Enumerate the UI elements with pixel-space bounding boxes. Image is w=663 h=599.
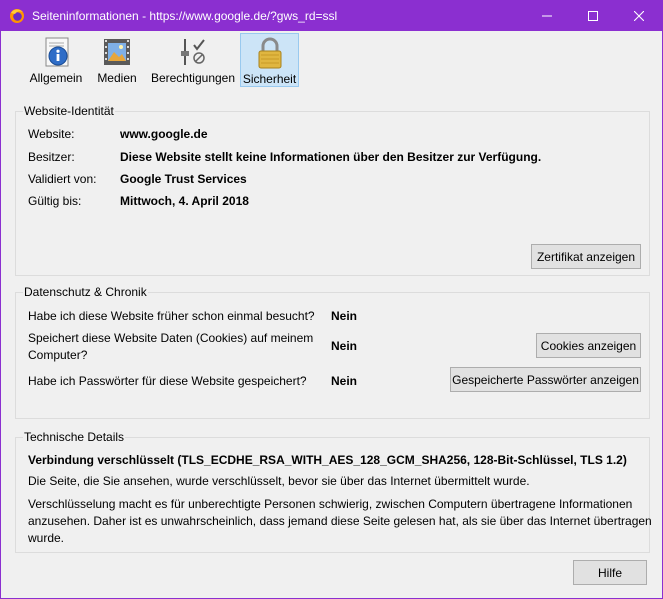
encryption-explanation-line3: wurde.: [28, 531, 65, 545]
maximize-icon: [588, 11, 598, 21]
view-certificate-button[interactable]: Zertifikat anzeigen: [531, 244, 641, 269]
view-cookies-button[interactable]: Cookies anzeigen: [536, 333, 641, 358]
website-value: www.google.de: [120, 127, 208, 141]
permissions-icon: [181, 39, 205, 65]
encryption-explanation-line1: Verschlüsselung macht es für unberechtig…: [28, 497, 633, 511]
saved-passwords-answer: Nein: [331, 374, 358, 388]
privacy-history-title: Datenschutz & Chronik: [23, 285, 148, 299]
cookies-question-line1: Speichert diese Website Daten (Cookies) …: [28, 331, 314, 345]
website-identity-group: Website-Identität Website: www.google.de…: [15, 104, 650, 276]
encryption-explanation-line2: anzusehen. Daher ist es unwahrscheinlich…: [28, 514, 652, 528]
minimize-icon: [542, 15, 552, 17]
connection-status: Verbindung verschlüsselt (TLS_ECDHE_RSA_…: [28, 453, 627, 467]
valid-until-value: Mittwoch, 4. April 2018: [120, 194, 249, 208]
owner-label: Besitzer:: [28, 150, 75, 164]
website-identity-title: Website-Identität: [23, 104, 115, 118]
encryption-summary: Die Seite, die Sie ansehen, wurde versch…: [28, 474, 530, 488]
help-button[interactable]: Hilfe: [573, 560, 647, 585]
tab-toolbar: Allgemein Medien Berechtigungen Sicherhe…: [1, 31, 662, 89]
privacy-history-group: Datenschutz & Chronik Habe ich diese Web…: [15, 285, 650, 419]
media-icon: [104, 39, 130, 65]
tab-general-label: Allgemein: [29, 71, 83, 85]
firefox-icon: [10, 9, 24, 23]
cookies-question-line2: Computer?: [28, 348, 88, 362]
tab-media[interactable]: Medien: [93, 33, 141, 87]
maximize-button[interactable]: [570, 1, 616, 31]
technical-details-group: Technische Details Verbindung verschlüss…: [15, 430, 652, 553]
title-bar[interactable]: Seiteninformationen - https://www.google…: [1, 1, 662, 31]
tab-permissions-label: Berechtigungen: [150, 71, 236, 85]
minimize-button[interactable]: [524, 1, 570, 31]
verified-by-label: Validiert von:: [28, 172, 97, 186]
visited-before-question: Habe ich diese Website früher schon einm…: [28, 309, 315, 323]
view-saved-passwords-button[interactable]: Gespeicherte Passwörter anzeigen: [450, 367, 641, 392]
valid-until-label: Gültig bis:: [28, 194, 82, 208]
tab-permissions[interactable]: Berechtigungen: [148, 33, 238, 87]
owner-value: Diese Website stellt keine Informationen…: [120, 150, 542, 164]
cookies-answer: Nein: [331, 339, 358, 353]
window-title: Seiteninformationen - https://www.google…: [32, 9, 338, 23]
page-info-window: Seiteninformationen - https://www.google…: [0, 0, 663, 599]
close-icon: [634, 11, 644, 21]
technical-details-title: Technische Details: [23, 430, 126, 444]
lock-icon: [258, 37, 281, 69]
tab-media-label: Medien: [97, 71, 137, 85]
tab-security-label: Sicherheit: [242, 72, 297, 86]
tab-security[interactable]: Sicherheit: [240, 33, 299, 87]
close-button[interactable]: [616, 1, 662, 31]
tab-general[interactable]: Allgemein: [27, 33, 85, 87]
verified-by-value: Google Trust Services: [120, 172, 247, 186]
visited-before-answer: Nein: [331, 309, 358, 323]
info-icon: [45, 37, 69, 67]
saved-passwords-question: Habe ich Passwörter für diese Website ge…: [28, 374, 307, 388]
website-label: Website:: [28, 127, 75, 141]
